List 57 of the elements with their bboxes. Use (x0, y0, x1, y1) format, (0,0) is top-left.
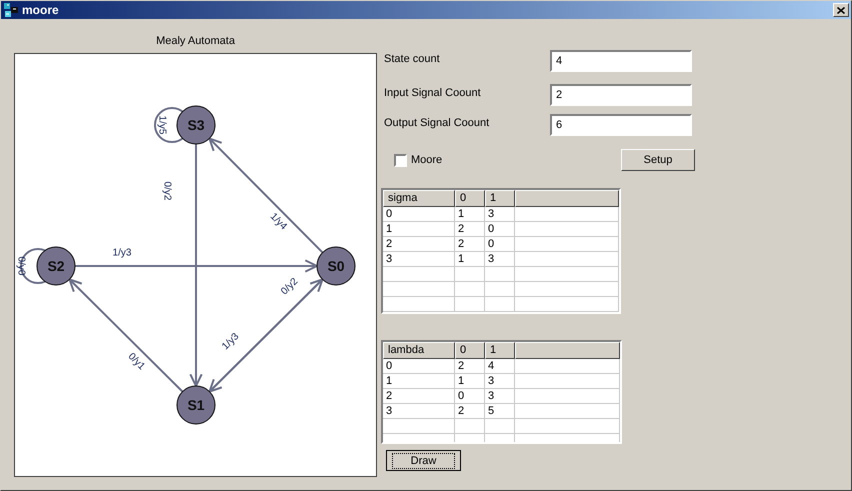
column-header[interactable]: sigma (383, 190, 455, 207)
close-icon (837, 6, 845, 14)
field-label: Output Signal Coount (383, 116, 490, 129)
edge-label: 0/y2 (162, 182, 172, 200)
table-cell: 2 (455, 404, 485, 418)
table-cell: 1 (455, 374, 485, 388)
edge-label: 1/y4 (268, 211, 289, 232)
table-cell: 1 (383, 374, 455, 388)
table-cell: 2 (455, 237, 485, 251)
table-cell: 1 (455, 252, 485, 266)
table-cell: 3 (485, 389, 515, 403)
edge-label: 0/y1 (126, 351, 147, 372)
table-cell: 3 (383, 252, 455, 266)
edge-label: 1/y3 (112, 248, 132, 258)
table-cell: 3 (485, 374, 515, 388)
diagram-title: Mealy Automata (155, 35, 236, 49)
state-node: S2 (36, 246, 76, 286)
table-cell: 2 (383, 237, 455, 251)
state-node: S1 (176, 386, 216, 424)
setup-button[interactable]: Setup (621, 149, 695, 171)
table-cell: 2 (383, 389, 455, 403)
state-node: S3 (176, 106, 216, 144)
edge-label: 0/y0 (16, 256, 26, 276)
column-header[interactable]: 0 (455, 342, 485, 359)
table-cell: 2 (455, 222, 485, 236)
checkbox-label: Moore (411, 154, 442, 166)
table-cell: 3 (485, 207, 515, 221)
column-header[interactable]: 1 (485, 342, 515, 359)
table-cell: 0 (383, 359, 455, 373)
field-label: Input Signal Coount (383, 86, 482, 99)
column-header[interactable]: 0 (455, 190, 485, 207)
app-icon (3, 2, 19, 18)
table-cell: 0 (485, 222, 515, 236)
column-header[interactable]: lambda (383, 342, 455, 359)
draw-button[interactable]: Draw (386, 450, 461, 471)
state-node: S0 (316, 246, 356, 286)
table-cell: 0 (485, 237, 515, 251)
table-cell: 1 (455, 207, 485, 221)
table-cell: 0 (455, 389, 485, 403)
table-cell: 3 (485, 252, 515, 266)
table-cell: 3 (383, 404, 455, 418)
window-title: moore (22, 3, 59, 17)
edge-label: 0/y2 (279, 276, 300, 298)
edge-label: 1/y3 (220, 331, 242, 352)
input-field[interactable]: 6 (550, 114, 692, 136)
checkbox[interactable] (394, 154, 407, 166)
edge-label: 1/y5 (156, 116, 168, 134)
field-label: State count (383, 52, 441, 65)
table-cell: 1 (383, 222, 455, 236)
table-cell: 0 (383, 207, 455, 221)
input-field[interactable]: 4 (550, 50, 692, 72)
input-field[interactable]: 2 (550, 84, 692, 106)
column-header[interactable]: 1 (485, 190, 515, 207)
table-cell: 2 (455, 359, 485, 373)
table-cell: 4 (485, 359, 515, 373)
table-cell: 5 (485, 404, 515, 418)
close-button[interactable] (833, 3, 849, 17)
